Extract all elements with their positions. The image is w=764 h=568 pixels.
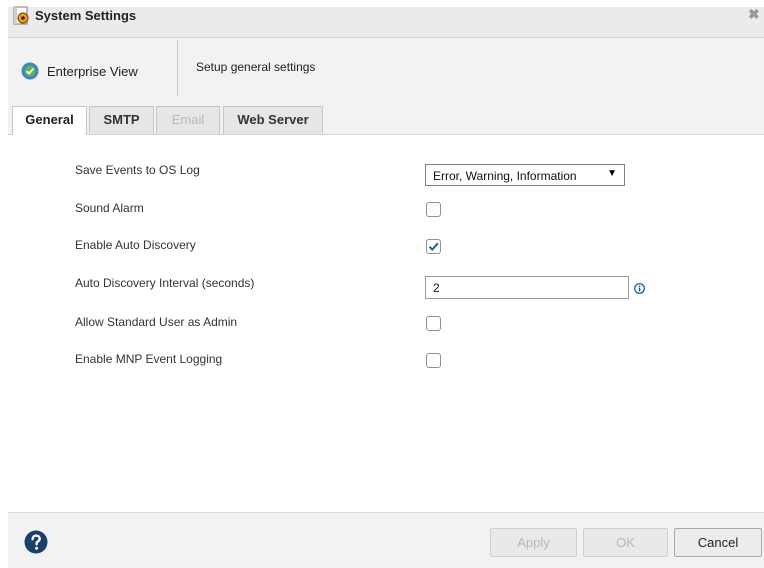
enterprise-view-icon[interactable] — [21, 62, 39, 80]
mnp-logging-checkbox[interactable] — [426, 353, 441, 368]
save-events-select[interactable]: Error, Warning, Information ▼ — [425, 164, 625, 186]
close-icon[interactable]: ✖ — [748, 6, 760, 23]
ok-button[interactable]: OK — [583, 528, 668, 557]
sound-alarm-checkbox[interactable] — [426, 202, 441, 217]
info-icon[interactable] — [634, 281, 645, 294]
checkmark-icon — [428, 242, 439, 251]
help-icon[interactable] — [24, 530, 48, 554]
auto-discovery-label: Enable Auto Discovery — [75, 238, 196, 252]
discovery-interval-label: Auto Discovery Interval (seconds) — [75, 276, 255, 290]
tab-smtp[interactable]: SMTP — [89, 106, 154, 134]
tab-general[interactable]: General — [12, 106, 87, 135]
tab-web-server[interactable]: Web Server — [223, 106, 323, 134]
chevron-down-icon: ▼ — [607, 168, 617, 179]
save-events-label: Save Events to OS Log — [75, 163, 200, 177]
sound-alarm-label: Sound Alarm — [75, 201, 144, 215]
tab-email: Email — [156, 106, 220, 134]
window-title: System Settings — [35, 8, 137, 23]
page-subtitle: Setup general settings — [196, 60, 316, 74]
enterprise-view-link[interactable]: Enterprise View — [47, 64, 138, 79]
apply-button[interactable]: Apply — [490, 528, 577, 557]
settings-gear-icon — [13, 6, 29, 25]
auto-discovery-checkbox[interactable] — [426, 239, 441, 254]
save-events-value: Error, Warning, Information — [433, 169, 577, 183]
discovery-interval-input[interactable]: 2 — [425, 276, 629, 299]
standard-user-admin-checkbox[interactable] — [426, 316, 441, 331]
standard-user-admin-label: Allow Standard User as Admin — [75, 315, 238, 329]
cancel-button[interactable]: Cancel — [674, 528, 762, 557]
mnp-logging-label: Enable MNP Event Logging — [75, 352, 223, 366]
header-divider — [177, 40, 178, 96]
